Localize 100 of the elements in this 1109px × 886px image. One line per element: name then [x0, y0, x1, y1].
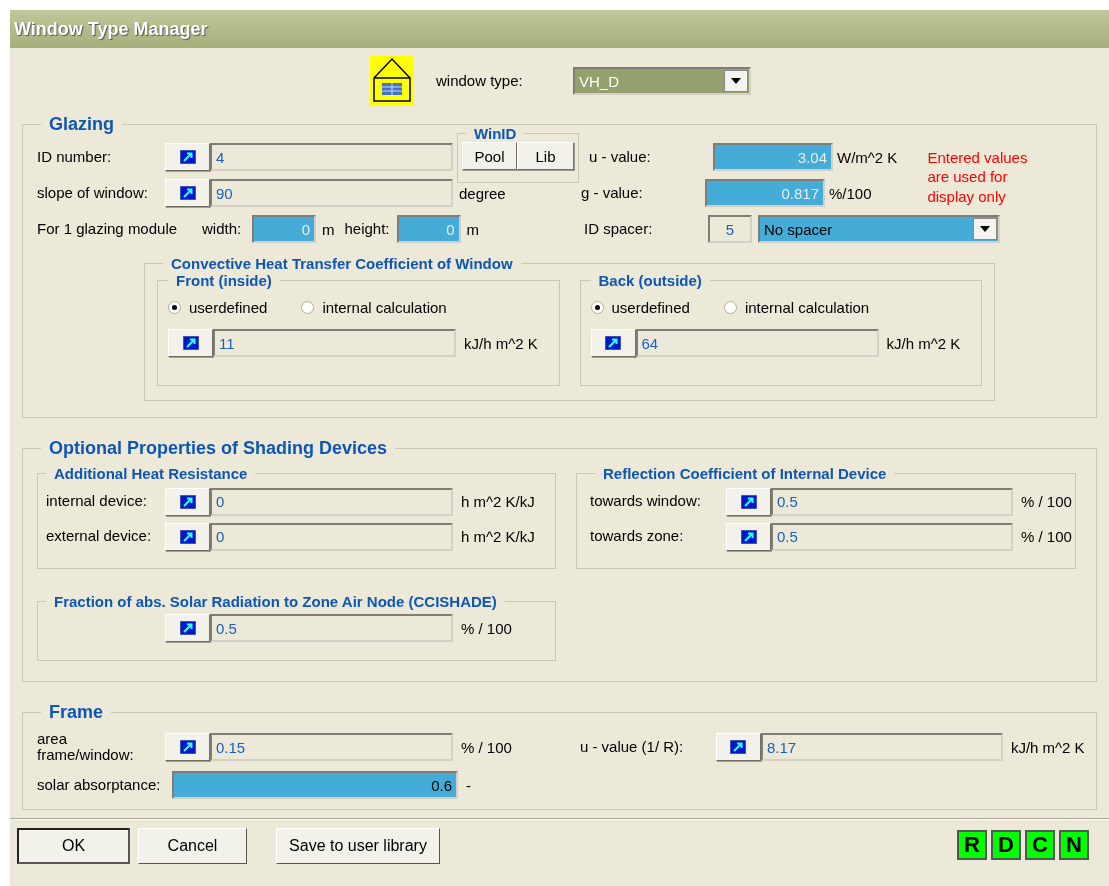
value-field[interactable]: 11: [213, 329, 456, 357]
group-title: Additional Heat Resistance: [53, 465, 249, 482]
field-label: For 1 glazing module: [37, 220, 179, 238]
library-button[interactable]: Pool: [462, 142, 517, 170]
arrow-icon: [182, 336, 199, 350]
window-title: Window Type Manager: [14, 18, 208, 40]
picker-button[interactable]: [165, 614, 210, 642]
value-field[interactable]: 90: [210, 179, 453, 207]
picker-button[interactable]: [726, 487, 771, 516]
group-title: WinID: [473, 125, 518, 142]
picker-button[interactable]: [165, 733, 210, 761]
arrow-icon: [740, 494, 757, 509]
unit-label: kJ/h m^2 K: [1010, 738, 1085, 756]
value-field[interactable]: 0.5: [771, 522, 1013, 551]
unit-label: % / 100: [461, 619, 512, 637]
field-label: ID spacer:: [584, 220, 654, 238]
value-field[interactable]: 8.17: [760, 733, 1003, 761]
radio-button[interactable]: [168, 300, 181, 314]
value-field[interactable]: 0.5: [210, 614, 453, 642]
letter-button[interactable]: R: [957, 830, 987, 860]
caret-icon: [980, 226, 990, 232]
unit-label: m: [466, 220, 479, 238]
unit-label: h m^2 K/kJ: [461, 528, 535, 545]
field-label: u - value (1/ R):: [579, 738, 685, 756]
dialog-button[interactable]: Save to user library: [276, 828, 440, 864]
field-label: solar absorptance:: [37, 776, 162, 794]
arrow-icon: [740, 529, 757, 544]
field-label: area frame/window:: [37, 730, 135, 764]
field-label: g - value:: [581, 184, 644, 202]
radio-button[interactable]: [301, 300, 315, 314]
unit-label: kJ/h m^2 K: [886, 334, 961, 352]
field-label: internal device:: [46, 493, 148, 510]
unit-label: kJ/h m^2 K: [464, 334, 538, 352]
spacer-dropdown[interactable]: No spacer: [758, 215, 1000, 243]
field-label: slope of window:: [37, 184, 149, 202]
picker-button[interactable]: [165, 522, 210, 551]
field-label: towards window:: [590, 493, 702, 510]
value-field[interactable]: 4: [210, 143, 453, 171]
arrow-icon: [179, 740, 196, 754]
arrow-icon: [179, 186, 196, 200]
radio-label: userdefined: [189, 298, 268, 316]
arrow-icon: [730, 740, 747, 754]
field-label: width:: [202, 220, 243, 238]
letter-button[interactable]: N: [1059, 830, 1089, 860]
arrow-icon: [179, 621, 196, 635]
value-field[interactable]: 64: [635, 329, 879, 357]
value-field[interactable]: 0.5: [771, 487, 1013, 516]
field-label: towards zone:: [590, 528, 685, 545]
group-title: Frame: [48, 702, 105, 723]
letter-button[interactable]: C: [1025, 830, 1055, 860]
window-type-label: window type:: [436, 72, 524, 90]
value-field[interactable]: 0.6: [172, 771, 458, 799]
radio-button[interactable]: [723, 300, 737, 314]
unit-label: %/100: [829, 184, 872, 202]
unit-label: degree: [459, 184, 507, 202]
field-label: u - value:: [589, 148, 652, 166]
radio-label: userdefined: [611, 298, 690, 316]
unit-label: -: [466, 776, 471, 794]
group-title: Convective Heat Transfer Coefficient of Window: [170, 255, 514, 272]
field-label: ID number:: [37, 148, 113, 166]
value-field[interactable]: 0: [210, 522, 453, 551]
group-title: Glazing: [48, 114, 115, 135]
picker-button[interactable]: [726, 522, 771, 551]
radio-label: internal calculation: [322, 298, 447, 316]
picker-button[interactable]: [165, 487, 210, 516]
unit-label: % / 100: [1021, 493, 1072, 510]
window-type-dropdown[interactable]: VH_D: [573, 67, 751, 95]
spacer-id-field[interactable]: 5: [708, 215, 752, 243]
field-label: height:: [344, 220, 391, 238]
letter-button[interactable]: D: [991, 830, 1021, 860]
arrow-icon: [179, 529, 196, 544]
group-title: Optional Properties of Shading Devices: [48, 438, 389, 459]
arrow-icon: [179, 494, 196, 509]
value-field[interactable]: 0.15: [210, 733, 453, 761]
unit-label: % / 100: [461, 738, 512, 756]
house-icon: [370, 56, 414, 106]
arrow-icon: [605, 336, 621, 350]
group-title: Fraction of abs. Solar Radiation to Zone Air Node (CCISHADE): [53, 593, 498, 610]
picker-button[interactable]: [715, 733, 761, 761]
unit-label: m: [322, 220, 335, 238]
unit-label: % / 100: [1021, 528, 1072, 545]
value-field[interactable]: 0: [210, 487, 453, 516]
picker-button[interactable]: [168, 329, 213, 357]
dialog-button[interactable]: Cancel: [138, 828, 247, 864]
dialog-button[interactable]: OK: [17, 828, 130, 864]
group-title: Reflection Coefficient of Internal Device: [602, 465, 888, 482]
field-label: external device:: [46, 528, 153, 545]
radio-button[interactable]: [590, 300, 604, 314]
arrow-icon: [179, 150, 196, 164]
picker-button[interactable]: [165, 179, 210, 207]
caret-icon: [731, 78, 741, 84]
picker-button[interactable]: [590, 329, 636, 357]
unit-label: h m^2 K/kJ: [461, 493, 535, 510]
group-title: Back (outside): [597, 272, 703, 289]
library-button[interactable]: Lib: [517, 142, 574, 170]
group-title: Front (inside): [175, 272, 273, 289]
picker-button[interactable]: [165, 143, 210, 171]
unit-label: W/m^2 K: [837, 148, 898, 166]
radio-label: internal calculation: [744, 298, 870, 316]
info-note: Entered values are used for display only: [927, 147, 1028, 207]
